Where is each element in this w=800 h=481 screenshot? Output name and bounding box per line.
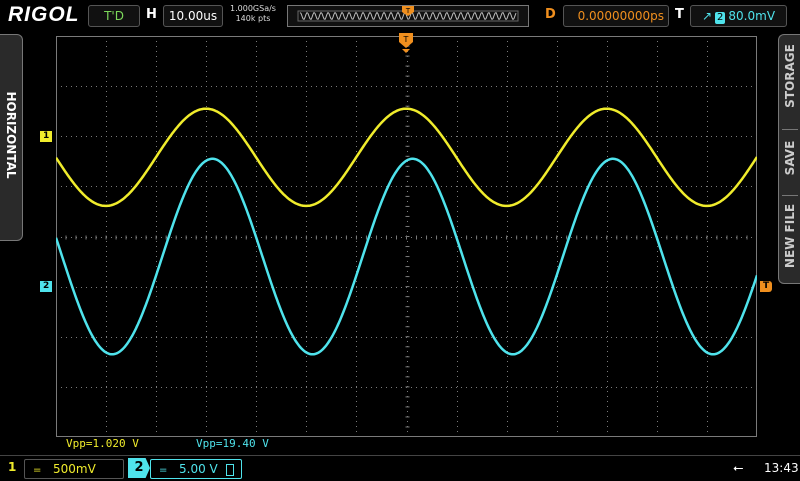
storage-menu-panel[interactable]: STORAGE SAVE NEW FILE <box>778 34 800 284</box>
timebase-value[interactable]: 10.00us <box>163 5 223 27</box>
ch2-settings[interactable]: = 5.00 V <box>150 459 242 479</box>
usb-icon: ⭠ <box>733 461 744 476</box>
memory-depth: 140k pts <box>235 14 271 23</box>
ch2-number[interactable]: 2 <box>128 458 150 478</box>
channel-status-bar: 1 = 500mV 2 = 5.00 V ⭠ 13:43 <box>0 455 800 481</box>
waveform-grid <box>54 35 759 438</box>
ch2-scale: 5.00 V <box>179 462 218 476</box>
trigger-position-label: T <box>405 7 411 15</box>
dc-coupling-icon: = <box>33 465 42 476</box>
save-menu-item[interactable]: SAVE <box>783 117 797 199</box>
delay-label: D <box>545 7 556 22</box>
horizontal-menu-tab[interactable]: HORIZONTAL <box>0 34 23 241</box>
ch2-offset-marker[interactable]: 2 <box>40 281 53 292</box>
new-file-menu-item[interactable]: NEW FILE <box>783 195 797 277</box>
ch1-vpp-measurement: Vpp=1.020 V <box>66 437 139 450</box>
ch1-settings[interactable]: = 500mV <box>24 459 124 479</box>
delay-value[interactable]: 0.00000000ps <box>563 5 669 27</box>
trigger-horizontal-marker[interactable]: T <box>398 32 414 54</box>
horizontal-menu-label: HORIZONTAL <box>4 91 18 179</box>
bandwidth-limit-icon <box>225 463 234 476</box>
trigger-status: T'D <box>88 5 140 27</box>
sample-rate: 1.000GSa/s <box>230 4 276 13</box>
ch2-vpp-measurement: Vpp=19.40 V <box>196 437 269 450</box>
top-status-bar: RIGOL T'D H 10.00us 1.000GSa/s 140k pts … <box>0 0 800 30</box>
memory-waveform-preview: T <box>297 6 519 22</box>
clock: 13:43 <box>764 461 799 475</box>
brand-logo: RIGOL <box>8 3 80 26</box>
trigger-settings[interactable]: ↗ 2 80.0mV <box>690 5 787 27</box>
memory-overview-strip: T <box>287 5 529 27</box>
ch1-scale: 500mV <box>53 462 96 476</box>
dc-coupling-icon: = <box>159 465 168 476</box>
trigger-source: 2 <box>715 12 726 24</box>
ch1-offset-marker[interactable]: 1 <box>40 131 53 142</box>
trigger-level-marker[interactable]: T <box>760 281 773 292</box>
trigger-level: 80.0mV <box>728 9 776 23</box>
ch1-number[interactable]: 1 <box>8 460 16 474</box>
ch1-waveform <box>54 107 759 208</box>
svg-text:T: T <box>403 35 409 44</box>
storage-menu-item[interactable]: STORAGE <box>783 35 797 117</box>
trigger-label: T <box>675 7 684 22</box>
trigger-edge-icon: ↗ <box>701 9 713 23</box>
horizontal-label: H <box>146 7 157 22</box>
acquisition-info: 1.000GSa/s 140k pts <box>224 4 282 24</box>
waveform-display[interactable] <box>54 35 759 438</box>
